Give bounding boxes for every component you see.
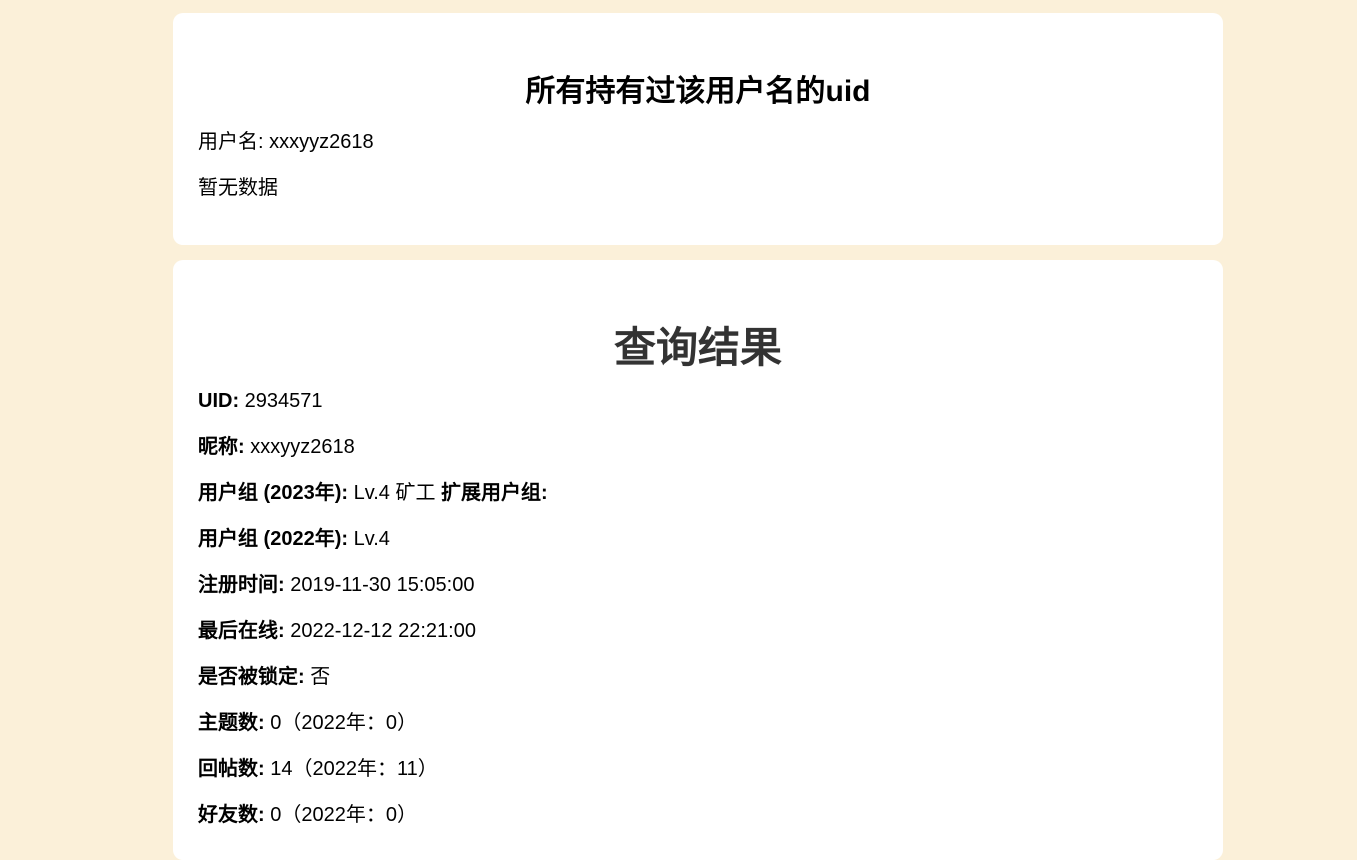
uid-row: UID: 2934571	[198, 389, 323, 413]
extended-group-label: 扩展用户组:	[441, 482, 548, 504]
last-online-value: 2022-12-12 22:21:00	[290, 620, 476, 642]
query-result-title: 查询结果	[613, 324, 782, 371]
last-online-label: 最后在线:	[198, 620, 285, 642]
empty-data-text: 暂无数据	[198, 177, 278, 199]
friends-label: 好友数:	[198, 804, 265, 826]
group-2023-value: Lv.4 矿工	[353, 482, 436, 504]
username-history-card: 所有持有过该用户名的uid 用户名: xxxyyz2618 暂无数据	[173, 13, 1223, 245]
username-line: 用户名: xxxyyz2618	[198, 130, 374, 154]
uid-label: UID:	[198, 390, 240, 412]
friends-value: 0（2022年：0）	[270, 804, 417, 826]
topics-label: 主题数:	[198, 712, 265, 734]
friends-row: 好友数: 0（2022年：0）	[198, 803, 417, 827]
group-2022-value: Lv.4	[353, 528, 390, 550]
username-label: 用户名:	[198, 131, 264, 153]
replies-label: 回帖数:	[198, 758, 265, 780]
locked-value: 否	[310, 666, 331, 688]
nickname-row: 昵称: xxxyyz2618	[198, 435, 355, 459]
group-2023-row: 用户组 (2023年): Lv.4 矿工 扩展用户组:	[198, 481, 548, 505]
locked-label: 是否被锁定:	[198, 666, 305, 688]
topics-value: 0（2022年：0）	[270, 712, 417, 734]
nickname-label: 昵称:	[198, 436, 245, 458]
uid-value: 2934571	[244, 390, 323, 412]
replies-value: 14（2022年：11）	[270, 758, 438, 780]
nickname-value: xxxyyz2618	[250, 436, 355, 458]
locked-row: 是否被锁定: 否	[198, 665, 330, 689]
replies-row: 回帖数: 14（2022年：11）	[198, 757, 438, 781]
username-history-title: 所有持有过该用户名的uid	[525, 75, 871, 108]
last-online-row: 最后在线: 2022-12-12 22:21:00	[198, 619, 476, 643]
register-time-value: 2019-11-30 15:05:00	[290, 574, 475, 596]
group-2022-label: 用户组 (2022年):	[198, 528, 349, 550]
query-result-card: 查询结果 UID: 2934571 昵称: xxxyyz2618 用户组 (20…	[173, 260, 1223, 860]
username-value: xxxyyz2618	[269, 131, 374, 153]
group-2022-row: 用户组 (2022年): Lv.4	[198, 527, 390, 551]
register-time-label: 注册时间:	[198, 574, 285, 596]
topics-row: 主题数: 0（2022年：0）	[198, 711, 417, 735]
group-2023-label: 用户组 (2023年):	[198, 482, 349, 504]
register-time-row: 注册时间: 2019-11-30 15:05:00	[198, 573, 474, 597]
